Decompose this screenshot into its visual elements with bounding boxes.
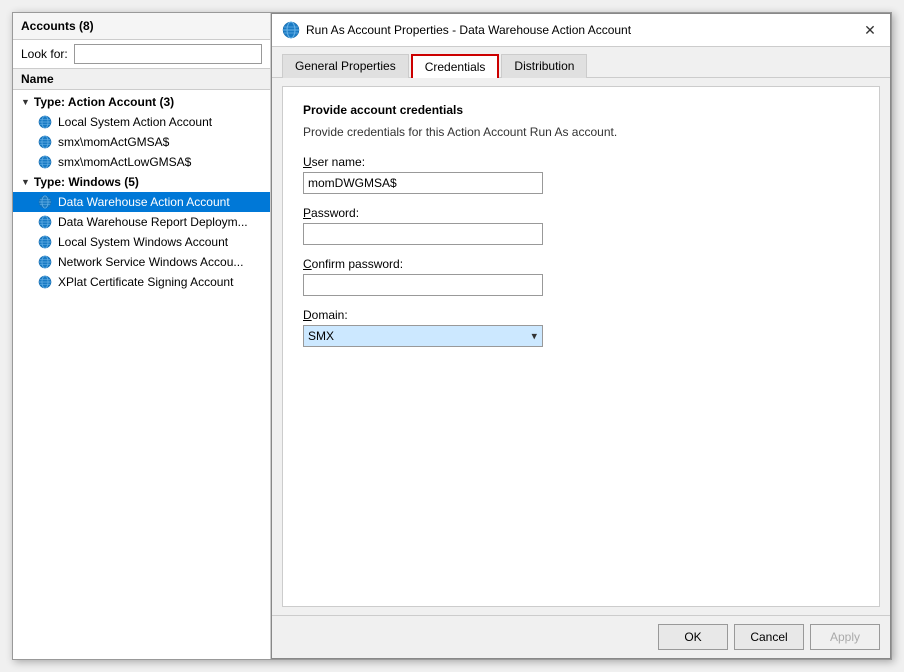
list-item[interactable]: smx\momActGMSA$ bbox=[13, 132, 270, 152]
apply-button[interactable]: Apply bbox=[810, 624, 880, 650]
dialog-title: Run As Account Properties - Data Warehou… bbox=[306, 23, 631, 37]
item-label: Local System Action Account bbox=[58, 115, 212, 129]
list-item[interactable]: smx\momActLowGMSA$ bbox=[13, 152, 270, 172]
item-label: Data Warehouse Report Deploym... bbox=[58, 215, 248, 229]
password-label: Password: bbox=[303, 206, 859, 220]
name-column-header: Name bbox=[13, 69, 270, 90]
ok-button[interactable]: OK bbox=[658, 624, 728, 650]
domain-select[interactable]: SMX bbox=[303, 325, 543, 347]
group-windows: ▼ Type: Windows (5) bbox=[13, 172, 270, 192]
dialog-footer: OK Cancel Apply bbox=[272, 615, 890, 658]
tab-distribution[interactable]: Distribution bbox=[501, 54, 587, 78]
globe-icon bbox=[37, 194, 53, 210]
section-title: Provide account credentials bbox=[303, 103, 859, 117]
look-for-input[interactable] bbox=[74, 44, 262, 64]
left-panel: Accounts (8) Look for: Name ▼ Type: Acti… bbox=[13, 13, 271, 659]
item-label: XPlat Certificate Signing Account bbox=[58, 275, 233, 289]
password-group: Password: bbox=[303, 206, 859, 245]
dialog-titlebar: Run As Account Properties - Data Warehou… bbox=[272, 14, 890, 47]
globe-icon bbox=[37, 234, 53, 250]
password-input[interactable] bbox=[303, 223, 543, 245]
section-desc: Provide credentials for this Action Acco… bbox=[303, 125, 859, 139]
tab-label: General Properties bbox=[295, 59, 396, 73]
dialog-content-area: Provide account credentials Provide cred… bbox=[282, 86, 880, 607]
username-group: User name: bbox=[303, 155, 859, 194]
list-item[interactable]: XPlat Certificate Signing Account bbox=[13, 272, 270, 292]
list-item[interactable]: Network Service Windows Accou... bbox=[13, 252, 270, 272]
confirm-password-input[interactable] bbox=[303, 274, 543, 296]
item-label: Data Warehouse Action Account bbox=[58, 195, 230, 209]
item-label: Local System Windows Account bbox=[58, 235, 228, 249]
group-label: Type: Action Account (3) bbox=[34, 95, 174, 109]
cancel-button[interactable]: Cancel bbox=[734, 624, 804, 650]
confirm-password-label: Confirm password: bbox=[303, 257, 859, 271]
expand-icon: ▼ bbox=[21, 97, 30, 107]
tab-label: Credentials bbox=[425, 60, 486, 74]
username-label: User name: bbox=[303, 155, 859, 169]
look-for-label: Look for: bbox=[21, 47, 68, 61]
list-item[interactable]: Local System Action Account bbox=[13, 112, 270, 132]
list-item[interactable]: Data Warehouse Action Account bbox=[13, 192, 270, 212]
list-item[interactable]: Local System Windows Account bbox=[13, 232, 270, 252]
look-for-row: Look for: bbox=[13, 40, 270, 69]
globe-icon bbox=[37, 114, 53, 130]
list-item[interactable]: Data Warehouse Report Deploym... bbox=[13, 212, 270, 232]
close-button[interactable]: ✕ bbox=[860, 20, 880, 40]
tabs-row: General Properties Credentials Distribut… bbox=[272, 47, 890, 78]
domain-label: Domain: bbox=[303, 308, 859, 322]
dialog-title-area: Run As Account Properties - Data Warehou… bbox=[282, 21, 631, 39]
item-label: smx\momActGMSA$ bbox=[58, 135, 169, 149]
domain-wrapper: SMX bbox=[303, 325, 543, 347]
tab-credentials[interactable]: Credentials bbox=[411, 54, 500, 78]
globe-icon bbox=[37, 254, 53, 270]
globe-icon bbox=[37, 274, 53, 290]
group-label: Type: Windows (5) bbox=[34, 175, 139, 189]
dialog-icon bbox=[282, 21, 300, 39]
group-action-account: ▼ Type: Action Account (3) bbox=[13, 92, 270, 112]
item-label: smx\momActLowGMSA$ bbox=[58, 155, 191, 169]
properties-dialog: Run As Account Properties - Data Warehou… bbox=[271, 13, 891, 659]
globe-icon bbox=[37, 134, 53, 150]
globe-icon bbox=[37, 214, 53, 230]
expand-icon: ▼ bbox=[21, 177, 30, 187]
domain-group: Domain: SMX bbox=[303, 308, 859, 347]
tab-general-properties[interactable]: General Properties bbox=[282, 54, 409, 78]
tab-label: Distribution bbox=[514, 59, 574, 73]
globe-icon bbox=[37, 154, 53, 170]
username-input[interactable] bbox=[303, 172, 543, 194]
confirm-password-group: Confirm password: bbox=[303, 257, 859, 296]
left-panel-header: Accounts (8) bbox=[13, 13, 270, 40]
item-label: Network Service Windows Accou... bbox=[58, 255, 243, 269]
accounts-tree: ▼ Type: Action Account (3) Local System … bbox=[13, 90, 270, 659]
